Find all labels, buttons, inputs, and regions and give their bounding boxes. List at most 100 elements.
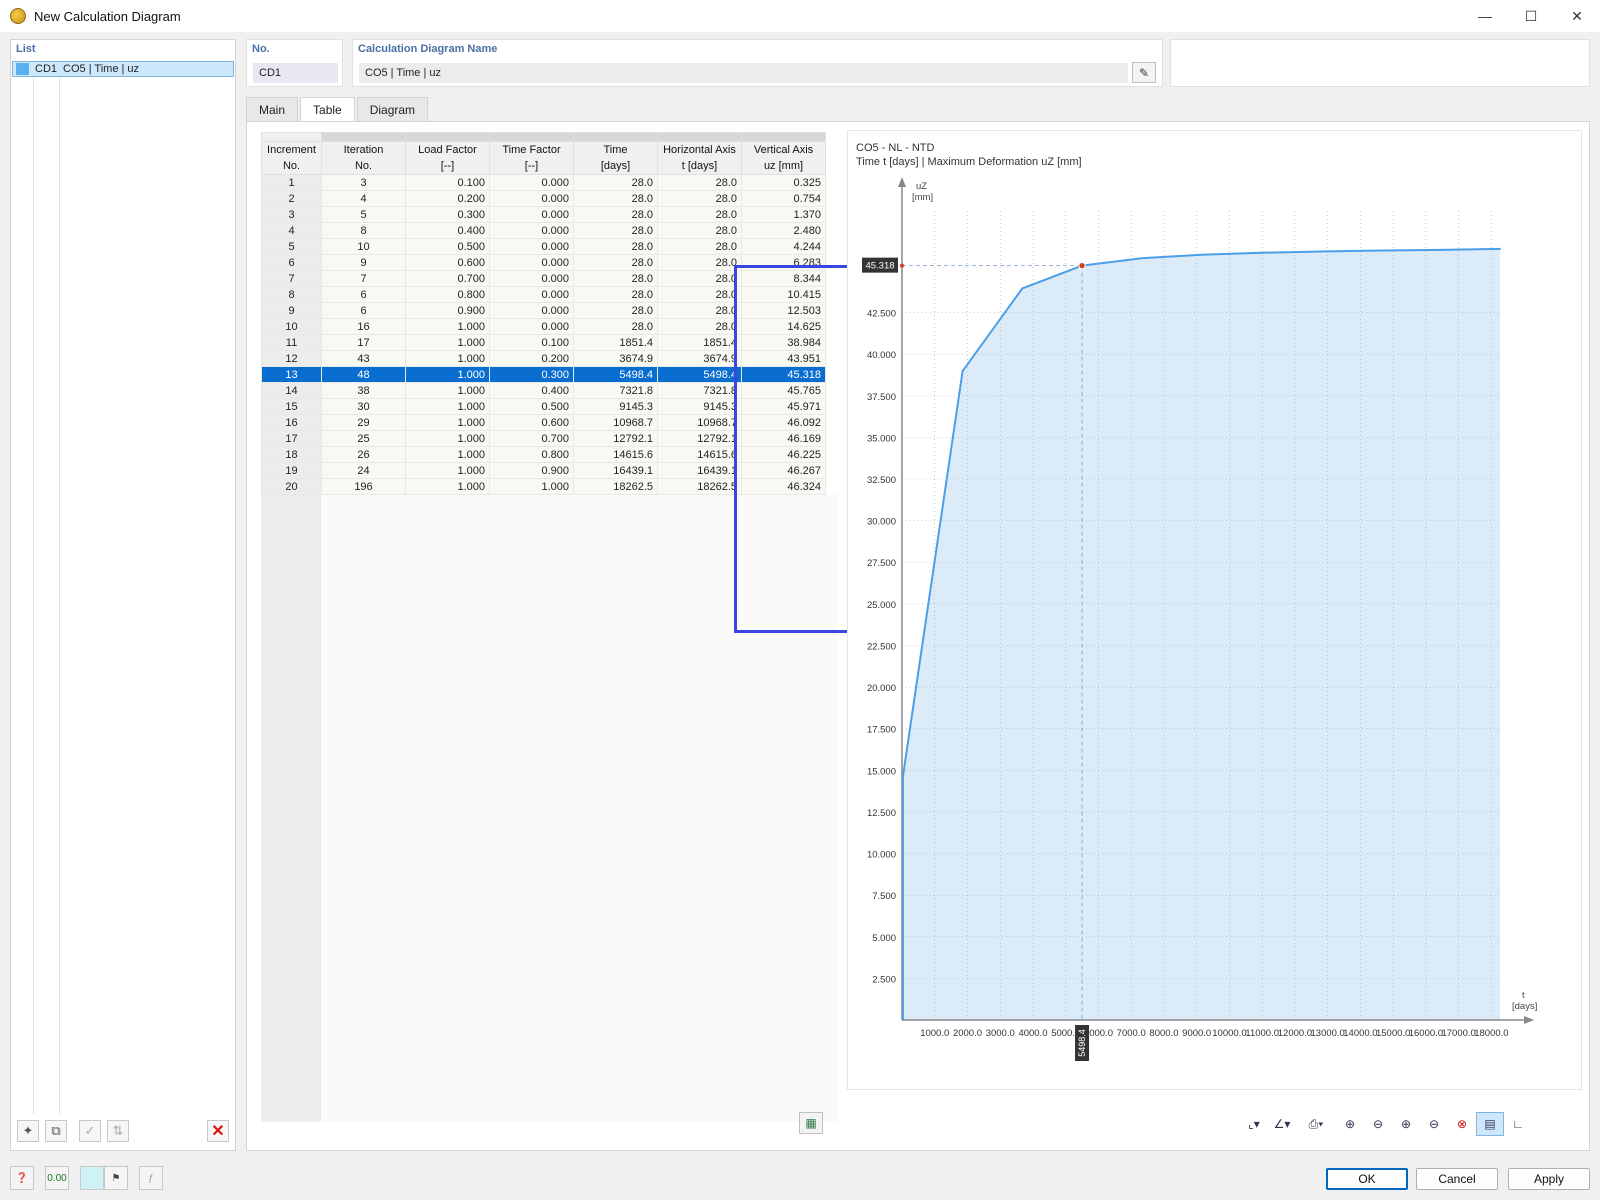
table-cell[interactable]: 0.000 — [489, 190, 574, 207]
table-cell[interactable]: 0.500 — [489, 398, 574, 415]
table-cell[interactable]: 0.000 — [489, 238, 574, 255]
cancel-button[interactable]: Cancel — [1416, 1168, 1498, 1190]
table-cell[interactable]: 0.500 — [405, 238, 490, 255]
model-icon[interactable]: ⚑ — [104, 1166, 128, 1190]
table-cell[interactable]: 5 — [261, 238, 322, 255]
table-cell[interactable]: 10968.7 — [657, 414, 742, 431]
table-cell[interactable]: 45.318 — [741, 366, 826, 383]
table-cell[interactable]: 46.267 — [741, 462, 826, 479]
table-cell[interactable]: 6 — [321, 286, 406, 303]
table-cell[interactable]: 12 — [261, 350, 322, 367]
table-cell[interactable]: 12792.1 — [657, 430, 742, 447]
table-row[interactable]: 20 196 1.000 1.000 18262.5 18262.5 46.324 — [261, 478, 826, 495]
table-cell[interactable]: 28.0 — [657, 318, 742, 335]
table-cell[interactable]: 6.283 — [741, 254, 826, 271]
table-cell[interactable]: 9 — [261, 302, 322, 319]
table-cell[interactable]: 1.000 — [405, 382, 490, 399]
table-row[interactable]: 1 3 0.100 0.000 28.0 28.0 0.325 — [261, 174, 826, 191]
table-cell[interactable]: 1.000 — [405, 398, 490, 415]
table-cell[interactable]: 46.169 — [741, 430, 826, 447]
renumber-icon[interactable]: ⇅ — [107, 1120, 129, 1142]
tab-table[interactable]: Table — [300, 97, 355, 121]
table-cell[interactable]: 6 — [321, 302, 406, 319]
table-cell[interactable]: 0.200 — [489, 350, 574, 367]
table-row[interactable]: 18 26 1.000 0.800 14615.6 14615.6 46.225 — [261, 446, 826, 463]
table-cell[interactable]: 28.0 — [657, 254, 742, 271]
table-cell[interactable]: 8.344 — [741, 270, 826, 287]
table-cell[interactable]: 0.900 — [489, 462, 574, 479]
table-cell[interactable]: 16439.1 — [573, 462, 658, 479]
show-line-icon[interactable]: ∟ — [1504, 1112, 1532, 1136]
show-area-icon[interactable]: ▤ — [1476, 1112, 1504, 1136]
table-row[interactable]: 10 16 1.000 0.000 28.0 28.0 14.625 — [261, 318, 826, 335]
table-cell[interactable]: 14 — [261, 382, 322, 399]
table-cell[interactable]: 9 — [321, 254, 406, 271]
check-items-icon[interactable]: ✓ — [79, 1120, 101, 1142]
table-cell[interactable]: 0.700 — [489, 430, 574, 447]
table-row[interactable]: 6 9 0.600 0.000 28.0 28.0 6.283 — [261, 254, 826, 271]
table-cell[interactable]: 0.900 — [405, 302, 490, 319]
table-cell[interactable]: 28.0 — [657, 302, 742, 319]
table-row[interactable]: 12 43 1.000 0.200 3674.9 3674.9 43.951 — [261, 350, 826, 367]
help-icon[interactable]: ❓ — [10, 1166, 34, 1190]
name-field[interactable]: CO5 | Time | uz — [359, 63, 1128, 83]
table-cell[interactable]: 0.754 — [741, 190, 826, 207]
table-cell[interactable]: 4.244 — [741, 238, 826, 255]
table-cell[interactable]: 13 — [261, 366, 322, 383]
table-cell[interactable]: 10 — [321, 238, 406, 255]
number-field[interactable]: CD1 — [253, 63, 338, 83]
table-cell[interactable]: 0.000 — [489, 286, 574, 303]
table-cell[interactable]: 0.800 — [489, 446, 574, 463]
table-cell[interactable]: 8 — [321, 222, 406, 239]
maximize-icon[interactable]: ☐ — [1508, 0, 1554, 32]
edit-name-icon[interactable]: ✎ — [1132, 62, 1156, 83]
table-cell[interactable]: 14615.6 — [657, 446, 742, 463]
ok-button[interactable]: OK — [1326, 1168, 1408, 1190]
table-cell[interactable]: 0.200 — [405, 190, 490, 207]
table-cell[interactable]: 0.800 — [405, 286, 490, 303]
table-cell[interactable]: 8 — [261, 286, 322, 303]
table-cell[interactable]: 1.000 — [405, 414, 490, 431]
table-cell[interactable]: 28.0 — [573, 206, 658, 223]
table-cell[interactable]: 18262.5 — [573, 478, 658, 495]
table-cell[interactable]: 196 — [321, 478, 406, 495]
table-cell[interactable]: 0.325 — [741, 174, 826, 191]
table-cell[interactable]: 0.000 — [489, 206, 574, 223]
table-cell[interactable]: 46.092 — [741, 414, 826, 431]
table-cell[interactable]: 1.000 — [405, 334, 490, 351]
table-cell[interactable]: 28.0 — [657, 270, 742, 287]
table-cell[interactable]: 5498.4 — [573, 366, 658, 383]
table-row[interactable]: 16 29 1.000 0.600 10968.7 10968.7 46.092 — [261, 414, 826, 431]
table-cell[interactable]: 14.625 — [741, 318, 826, 335]
export-table-icon[interactable]: ▦ — [799, 1112, 823, 1134]
table-cell[interactable]: 0.000 — [489, 270, 574, 287]
table-row[interactable]: 8 6 0.800 0.000 28.0 28.0 10.415 — [261, 286, 826, 303]
table-cell[interactable]: 43 — [321, 350, 406, 367]
table-cell[interactable]: 28.0 — [573, 190, 658, 207]
new-item-icon[interactable]: ✦ — [17, 1120, 39, 1142]
table-cell[interactable]: 0.300 — [405, 206, 490, 223]
table-cell[interactable]: 5498.4 — [657, 366, 742, 383]
table-cell[interactable]: 17 — [261, 430, 322, 447]
table-cell[interactable]: 5 — [321, 206, 406, 223]
table-cell[interactable]: 16 — [321, 318, 406, 335]
copy-item-icon[interactable]: ⧉ — [45, 1120, 67, 1142]
table-cell[interactable]: 7 — [321, 270, 406, 287]
table-cell[interactable]: 45.765 — [741, 382, 826, 399]
table-cell[interactable]: 17 — [321, 334, 406, 351]
formula-icon[interactable]: ƒ — [139, 1166, 163, 1190]
table-cell[interactable]: 46.225 — [741, 446, 826, 463]
table-cell[interactable]: 0.600 — [405, 254, 490, 271]
table-cell[interactable]: 1.000 — [405, 318, 490, 335]
table-row[interactable]: 11 17 1.000 0.100 1851.4 1851.4 38.984 — [261, 334, 826, 351]
table-cell[interactable]: 28.0 — [573, 318, 658, 335]
table-cell[interactable]: 45.971 — [741, 398, 826, 415]
table-cell[interactable]: 3674.9 — [657, 350, 742, 367]
table-cell[interactable]: 0.600 — [489, 414, 574, 431]
table-cell[interactable]: 11 — [261, 334, 322, 351]
table-row[interactable]: 9 6 0.900 0.000 28.0 28.0 12.503 — [261, 302, 826, 319]
minimize-icon[interactable]: — — [1462, 0, 1508, 32]
tab-diagram[interactable]: Diagram — [356, 97, 429, 121]
table-cell[interactable]: 0.700 — [405, 270, 490, 287]
table-cell[interactable]: 1.000 — [405, 478, 490, 495]
